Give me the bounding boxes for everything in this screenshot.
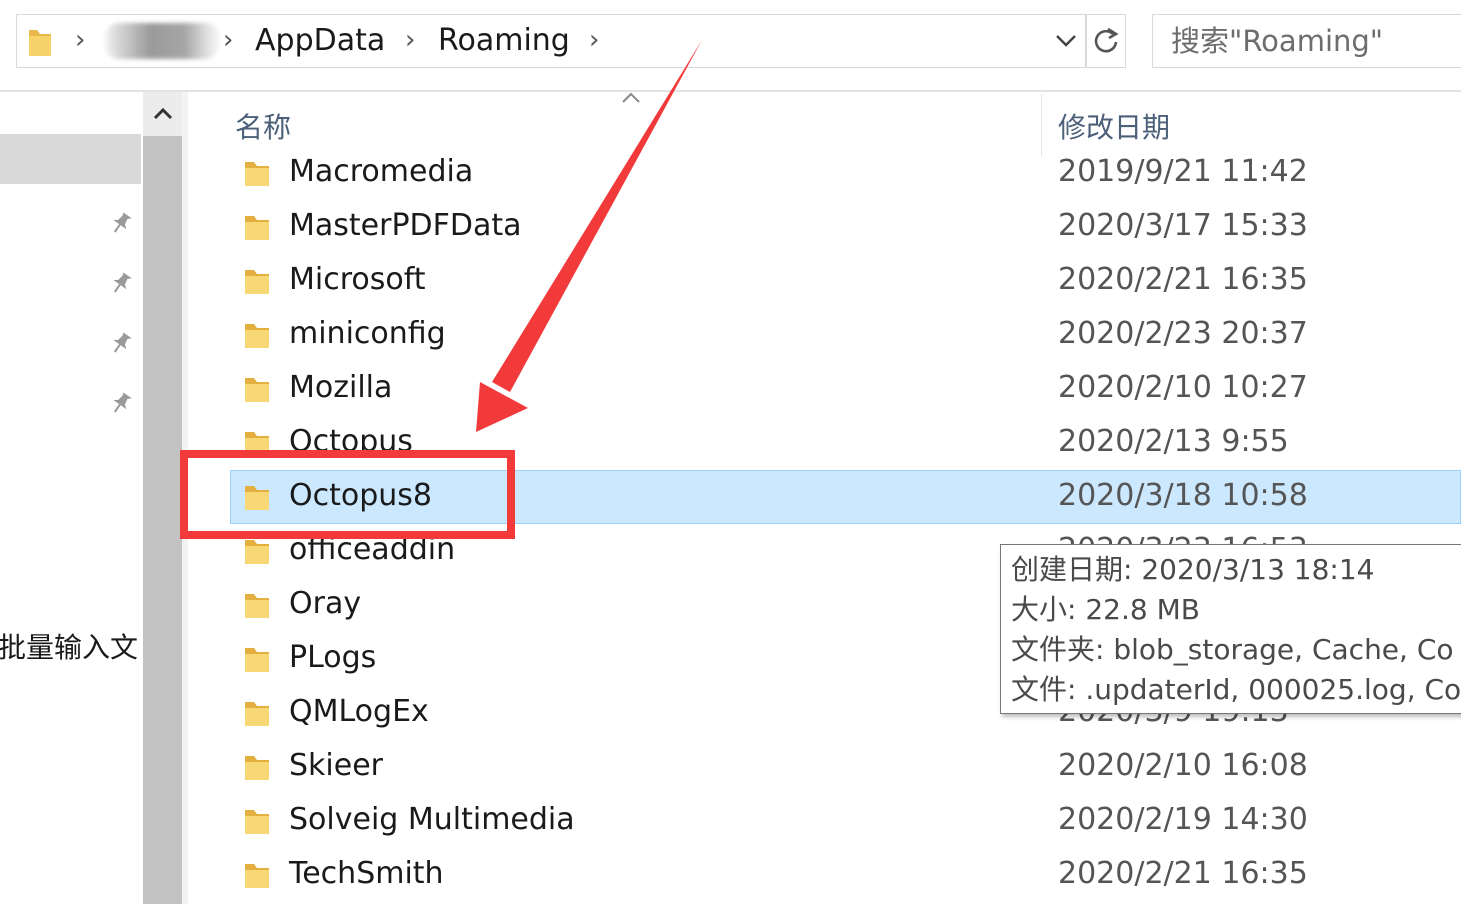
folder-info-tooltip: 创建日期: 2020/3/13 18:14 大小: 22.8 MB 文件夹: b… <box>1000 544 1461 714</box>
tooltip-created: 创建日期: 2020/3/13 18:14 <box>1011 553 1375 586</box>
tooltip-folders: 文件夹: blob_storage, Cache, Co <box>1011 633 1454 666</box>
annotation-highlight-box <box>180 450 515 539</box>
tooltip-files: 文件: .updaterId, 000025.log, Co <box>1011 673 1461 706</box>
tooltip-size: 大小: 22.8 MB <box>1011 593 1200 626</box>
